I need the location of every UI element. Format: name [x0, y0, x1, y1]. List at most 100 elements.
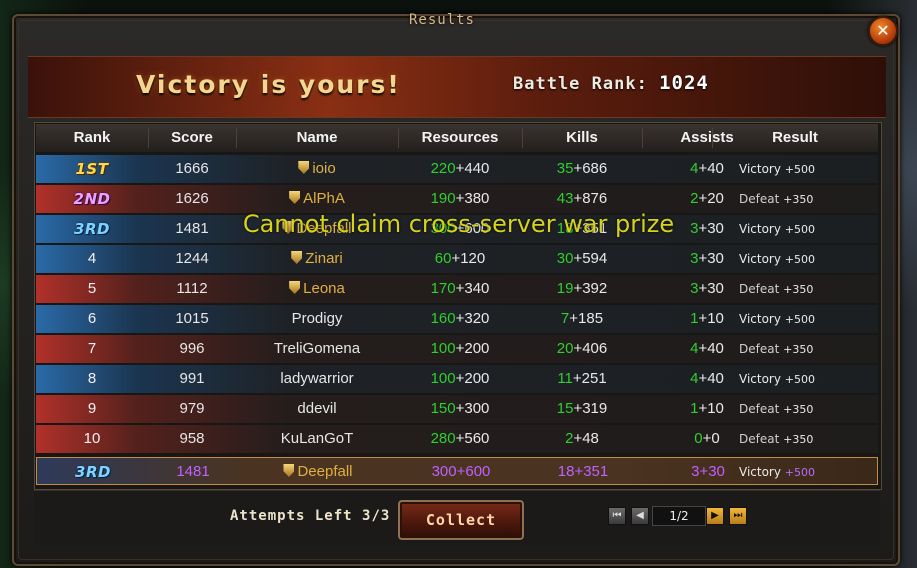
- rank-badge: 1ST: [75, 160, 109, 178]
- battle-rank-label: Battle Rank:: [513, 74, 648, 94]
- result-cell: Victory +500: [739, 372, 816, 386]
- header-kills: Kills: [566, 129, 598, 146]
- result-cell: Defeat +350: [739, 402, 814, 416]
- resources-cell: 280+560: [430, 430, 490, 447]
- my-result-row: 3RD 1481 Deepfall 300+600 18+351 3+30 Vi…: [36, 457, 878, 485]
- score-cell: 1112: [176, 280, 208, 297]
- table-row: 8 991 ladywarrior 100+200 11+251 4+40 Vi…: [36, 365, 878, 393]
- kills-cell: 18+351: [557, 463, 609, 480]
- guild-shield-icon: [282, 221, 294, 234]
- last-page-icon: ⏭: [733, 510, 743, 521]
- kills-cell: 35+686: [556, 160, 608, 177]
- kills-cell: 30+594: [556, 250, 608, 267]
- rank-cell: 5: [87, 280, 97, 297]
- resources-cell: 150+300: [430, 400, 490, 417]
- rank-badge: 2ND: [73, 190, 111, 208]
- victory-headline: Victory is yours!: [136, 70, 401, 99]
- resources-cell: 190+380: [430, 190, 490, 207]
- score-cell: 1481: [175, 220, 209, 237]
- result-cell: Defeat +350: [739, 432, 814, 446]
- name-cell[interactable]: AlPhA: [236, 185, 398, 213]
- result-cell: Victory +500: [739, 222, 816, 236]
- resources-cell: 100+200: [430, 370, 490, 387]
- attempts-left: Attempts Left 3/3: [230, 508, 390, 524]
- kills-cell: 11+251: [557, 370, 607, 387]
- score-cell: 979: [179, 400, 205, 417]
- rank-cell: 8: [87, 370, 97, 387]
- guild-shield-icon: [283, 464, 295, 477]
- first-page-button[interactable]: ⏮: [608, 507, 626, 525]
- kills-cell: 43+876: [556, 190, 608, 207]
- window-title: Results: [408, 12, 475, 28]
- last-page-button[interactable]: ⏭: [729, 507, 747, 525]
- table-row: 3RD 1481 Deepfall 300+600 18+351 3+30 Vi…: [36, 215, 878, 243]
- score-cell: 1481: [176, 463, 210, 480]
- result-cell: Victory +500: [739, 465, 816, 479]
- table-row: 5 1112 Leona 170+340 19+392 3+30 Defeat …: [36, 275, 878, 303]
- result-cell: Victory +500: [739, 252, 816, 266]
- resources-cell: 220+440: [430, 160, 490, 177]
- battle-rank-value: 1024: [659, 72, 709, 94]
- rank-cell: 7: [87, 340, 97, 357]
- kills-cell: 18+351: [556, 220, 608, 237]
- name-cell[interactable]: Leona: [236, 275, 398, 303]
- collect-button[interactable]: Collect: [398, 500, 524, 540]
- result-cell: Victory +500: [739, 312, 816, 326]
- guild-shield-icon: [289, 281, 301, 294]
- resources-cell: 60+120: [434, 250, 486, 267]
- name-cell[interactable]: ladywarrior: [236, 365, 398, 393]
- rank-cell: 4: [87, 250, 97, 267]
- table-row: 10 958 KuLanGoT 280+560 2+48 0+0 Defeat …: [36, 425, 878, 453]
- name-cell[interactable]: Prodigy: [236, 305, 398, 333]
- name-cell[interactable]: TreliGomena: [236, 335, 398, 363]
- table-row: 1ST 1666 ioio 220+440 35+686 4+40 Victor…: [36, 155, 878, 183]
- kills-cell: 15+319: [556, 400, 608, 417]
- kills-cell: 20+406: [556, 340, 608, 357]
- result-cell: Defeat +350: [739, 342, 814, 356]
- name-cell[interactable]: KuLanGoT: [236, 425, 398, 453]
- guild-shield-icon: [298, 161, 310, 174]
- score-cell: 1666: [175, 160, 209, 177]
- header-name: Name: [296, 129, 338, 146]
- close-button[interactable]: ✕: [868, 16, 898, 46]
- guild-shield-icon: [291, 251, 303, 264]
- table-header: Rank Score Name Resources Kills Assists …: [36, 124, 878, 152]
- resources-cell: 300+600: [430, 220, 490, 237]
- table-row: 6 1015 Prodigy 160+320 7+185 1+10 Victor…: [36, 305, 878, 333]
- table-row: 7 996 TreliGomena 100+200 20+406 4+40 De…: [36, 335, 878, 363]
- score-cell: 1244: [175, 250, 209, 267]
- header-score: Score: [171, 129, 213, 146]
- next-page-button[interactable]: ▶: [706, 507, 724, 525]
- prev-page-icon: ◀: [636, 510, 644, 521]
- table-row: 9 979 ddevil 150+300 15+319 1+10 Defeat …: [36, 395, 878, 423]
- name-cell[interactable]: Zinari: [236, 245, 398, 273]
- guild-shield-icon: [289, 191, 301, 204]
- attempts-value: 3/3: [362, 508, 391, 524]
- next-page-icon: ▶: [711, 510, 719, 521]
- name-cell[interactable]: Deepfall: [236, 215, 398, 243]
- rank-cell: 6: [87, 310, 97, 327]
- attempts-label: Attempts Left: [230, 508, 353, 524]
- name-cell[interactable]: Deepfall: [237, 458, 399, 486]
- score-cell: 958: [179, 430, 205, 447]
- rank-cell: 9: [87, 400, 97, 417]
- table-row: 4 1244 Zinari 60+120 30+594 3+30 Victory…: [36, 245, 878, 273]
- prev-page-button[interactable]: ◀: [631, 507, 649, 525]
- result-cell: Defeat +350: [739, 192, 814, 206]
- resources-cell: 170+340: [430, 280, 490, 297]
- name-cell[interactable]: ioio: [236, 155, 398, 183]
- header-result: Result: [772, 129, 818, 146]
- table-row: 2ND 1626 AlPhA 190+380 43+876 2+20 Defea…: [36, 185, 878, 213]
- resources-cell: 160+320: [430, 310, 490, 327]
- header-resources: Resources: [421, 129, 499, 146]
- kills-cell: 19+392: [556, 280, 608, 297]
- header-rank: Rank: [73, 129, 111, 146]
- first-page-icon: ⏮: [612, 510, 622, 521]
- score-cell: 991: [179, 370, 205, 387]
- rank-badge: 3RD: [75, 463, 111, 481]
- name-cell[interactable]: ddevil: [236, 395, 398, 423]
- close-icon: ✕: [876, 21, 890, 40]
- score-cell: 1626: [175, 190, 209, 207]
- result-cell: Defeat +350: [739, 282, 814, 296]
- score-cell: 1015: [175, 310, 209, 327]
